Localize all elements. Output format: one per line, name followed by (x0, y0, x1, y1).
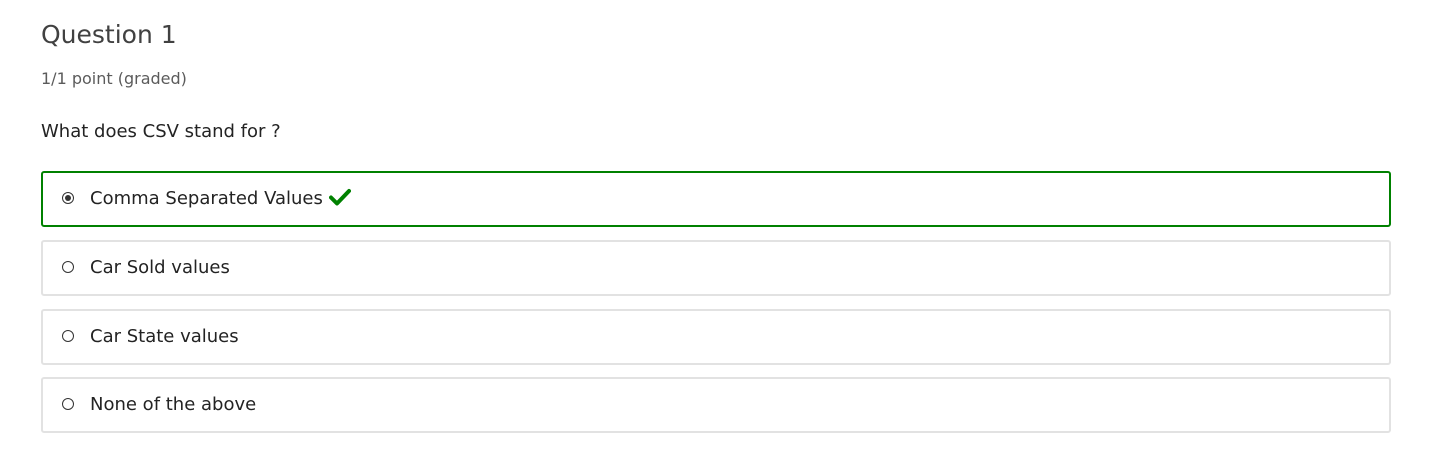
choice-option-2[interactable]: Car Sold values (41, 240, 1391, 296)
choice-option-1[interactable]: Comma Separated Values (41, 171, 1391, 227)
radio-unchecked-icon[interactable] (62, 398, 74, 410)
grade-status: 1/1 point (graded) (41, 69, 187, 88)
choice-label: None of the above (90, 394, 257, 415)
choice-label: Car Sold values (90, 257, 230, 278)
radio-unchecked-icon[interactable] (62, 330, 74, 342)
question-title: Question 1 (41, 20, 177, 49)
choice-label: Comma Separated Values (90, 188, 323, 209)
checkmark-icon (328, 189, 351, 206)
choice-option-4[interactable]: None of the above (41, 377, 1391, 433)
question-prompt: What does CSV stand for ? (41, 121, 281, 142)
choice-option-3[interactable]: Car State values (41, 309, 1391, 365)
radio-checked-icon[interactable] (62, 192, 74, 204)
choice-label: Car State values (90, 326, 239, 347)
radio-unchecked-icon[interactable] (62, 261, 74, 273)
